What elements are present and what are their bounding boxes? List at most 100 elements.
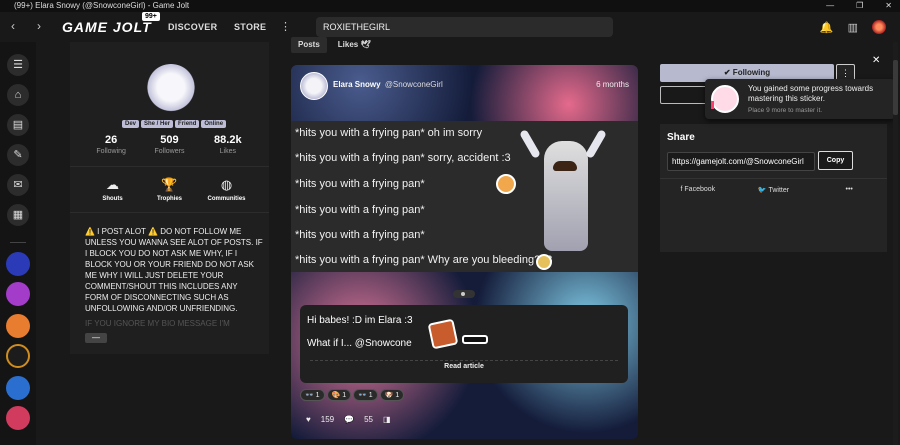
toast-message: You gained some progress towards masteri… [748, 84, 874, 103]
comment-count[interactable]: 55 [364, 415, 373, 424]
share-panel: Share https://gamejolt.com/@SnowconeGirl… [660, 124, 887, 252]
sticker-progress-toast[interactable]: You gained some progress towards masteri… [705, 79, 895, 119]
profile-stats: 26 Following 509 Followers 88.2k Likes [70, 134, 269, 155]
post-line: *hits you with a frying pan* sorry, acci… [295, 152, 511, 164]
minimize-button[interactable]: — [826, 0, 834, 12]
close-window-button[interactable]: ✕ [885, 0, 892, 12]
reaction-chip[interactable]: 👓 1 [300, 389, 325, 401]
heart-icon[interactable]: ♥ [306, 415, 311, 424]
post-card: Elara Snowy @SnowconeGirl 6 months *hits… [291, 65, 638, 439]
back-arrow-icon[interactable]: ‹ [11, 19, 15, 33]
forward-arrow-icon[interactable]: › [37, 19, 41, 33]
store-link[interactable]: STORE [234, 22, 266, 32]
placed-sticker[interactable] [496, 174, 516, 194]
post-author-handle: @SnowconeGirl [384, 80, 443, 89]
placed-sticker[interactable] [536, 254, 552, 270]
top-right-icons: 🔔 ▥ [820, 20, 886, 34]
community-avatar[interactable] [6, 376, 30, 400]
post-line: *hits you with a frying pan* oh im sorry [295, 127, 483, 139]
reaction-chip[interactable]: 🎨 1 [326, 389, 352, 401]
sticker-icon[interactable]: ◨ [383, 415, 391, 424]
carousel-indicator[interactable] [453, 290, 475, 298]
stat-followers-count: 509 [160, 134, 179, 146]
post-line: *hits you with a frying pan* [295, 229, 425, 241]
user-avatar[interactable] [872, 20, 886, 34]
mustache-sticker[interactable] [553, 161, 577, 171]
more-share-button[interactable]: ••• [811, 186, 887, 194]
share-url-field[interactable]: https://gamejolt.com/@SnowconeGirl [667, 152, 815, 171]
comment-icon[interactable]: 💬 [344, 415, 354, 424]
community-avatar[interactable] [6, 406, 30, 430]
store-icon[interactable]: ⌂ [7, 84, 29, 106]
profile-card: Dev She / Her Friend Online 26 Following… [70, 42, 269, 354]
close-icon[interactable]: ✕ [872, 55, 880, 66]
article-separator [310, 360, 618, 361]
more-menu-icon[interactable]: ⋮ [280, 20, 291, 33]
window-title: (99+) Elara Snowy (@SnowconeGirl) - Game… [14, 1, 190, 10]
maximize-button[interactable]: ❐ [856, 0, 863, 12]
post-timestamp[interactable]: 6 months [596, 80, 629, 89]
window-controls: — ❐ ✕ [826, 0, 892, 12]
post-header-background [291, 65, 638, 121]
community-avatar[interactable] [6, 282, 30, 306]
communities-button[interactable]: ◍ Communities [199, 177, 255, 202]
chat-icon[interactable]: ✉ [7, 174, 29, 196]
article-line-1: Hi babes! :D im Elara :3 [307, 315, 413, 326]
stat-followers[interactable]: 509 Followers [141, 134, 197, 155]
communities-label: Communities [207, 196, 246, 202]
search-input[interactable]: ROXIETHEGIRL [316, 17, 613, 37]
post-author[interactable]: Elara Snowy @SnowconeGirl [333, 80, 443, 89]
discover-link[interactable]: DISCOVER [168, 22, 217, 32]
twitter-share-button[interactable]: 🐦 Twitter [736, 186, 812, 194]
community-avatar[interactable] [6, 314, 30, 338]
facebook-share-button[interactable]: f Facebook [660, 186, 736, 194]
tag-friend: Friend [175, 120, 200, 128]
post-body: *hits you with a frying pan* oh im sorry… [291, 121, 638, 272]
activity-icon[interactable]: ☰ [7, 54, 29, 76]
bell-icon[interactable]: 🔔 [820, 21, 834, 34]
bio-expand-button[interactable]: — [85, 333, 107, 343]
library-icon[interactable]: ▤ [7, 114, 29, 136]
trophy-icon: 🏆 [161, 177, 178, 192]
stat-likes-count: 88.2k [214, 134, 242, 146]
community-avatar[interactable] [6, 344, 30, 368]
gamejolt-logo[interactable]: GAME JOLT [62, 19, 152, 35]
left-sidebar: ☰ ⌂ ▤ ✎ ✉ ▦ [0, 42, 36, 445]
grid-icon[interactable]: ▦ [7, 204, 29, 226]
tab-posts[interactable]: Posts [291, 37, 327, 53]
stat-followers-label: Followers [154, 148, 185, 155]
profile-divider [70, 166, 269, 167]
community-avatar[interactable] [6, 252, 30, 276]
trophies-button[interactable]: 🏆 Trophies [142, 177, 198, 202]
reaction-chip[interactable]: 👓 1 [353, 389, 378, 401]
backpack-icon[interactable]: ▥ [848, 21, 858, 34]
stat-following[interactable]: 26 Following [83, 134, 139, 155]
profile-avatar[interactable] [145, 64, 197, 116]
tools-icon[interactable]: ✎ [7, 144, 29, 166]
character-sticker-image[interactable] [496, 129, 631, 270]
post-author-avatar[interactable] [300, 72, 328, 100]
read-article-link[interactable]: Read article [300, 363, 628, 370]
burger-sticker[interactable] [427, 318, 459, 350]
tab-likes[interactable]: Likes 🕊 [331, 37, 378, 53]
tag-pronouns: She / Her [141, 120, 174, 128]
post-footer: ♥ 159 💬 55 ◨ [306, 415, 391, 424]
stat-likes[interactable]: 88.2k Likes [200, 134, 256, 155]
profile-divider [70, 212, 269, 213]
scrollbar-thumb[interactable] [893, 60, 898, 115]
sunglasses-sticker[interactable] [462, 335, 488, 344]
reaction-chip[interactable]: 🐶 1 [379, 389, 405, 401]
sticker-avatar [711, 85, 739, 113]
shouts-button[interactable]: ☁ Shouts [85, 177, 141, 202]
post-line: *hits you with a frying pan* [295, 178, 425, 190]
window-titlebar: (99+) Elara Snowy (@SnowconeGirl) - Game… [0, 0, 900, 12]
like-count[interactable]: 159 [321, 415, 334, 424]
sidebar-divider [10, 242, 26, 243]
communities-icon: ◍ [220, 177, 233, 192]
article-line-2: What if I... @Snowcone [307, 338, 412, 349]
copy-button[interactable]: Copy [818, 151, 853, 170]
tag-dev: Dev [122, 120, 140, 128]
sticker-reactions: 👓 1 🎨 1 👓 1 🐶 1 [300, 389, 405, 401]
page-scrollbar[interactable] [893, 42, 898, 445]
article-preview[interactable]: Hi babes! :D im Elara :3 What if I... @S… [300, 305, 628, 383]
